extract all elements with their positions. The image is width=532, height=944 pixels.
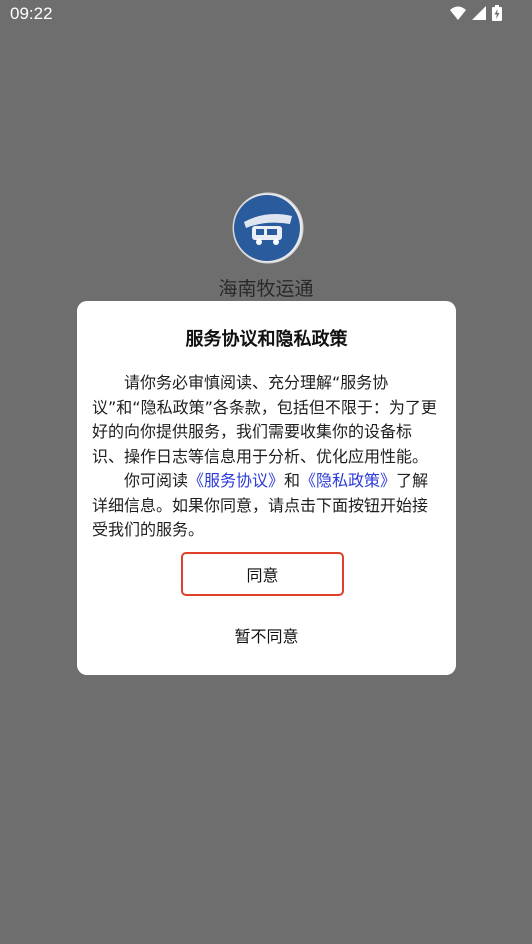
battery-charging-icon (492, 5, 502, 21)
wifi-icon (450, 6, 466, 20)
dialog-title: 服务协议和隐私政策 (185, 329, 348, 350)
decline-button-label: 暂不同意 (234, 627, 299, 646)
signal-icon (472, 6, 486, 20)
paragraph-2-prefix: 你可阅读 (124, 471, 189, 490)
status-icons (450, 5, 502, 21)
privacy-dialog: 服务协议和隐私政策 请你务必审慎阅读、充分理解“服务协议”和“隐私政策”各条款，… (77, 301, 456, 675)
status-time: 09:22 (10, 4, 53, 23)
dialog-body: 请你务必审慎阅读、充分理解“服务协议”和“隐私政策”各条款，包括但不限于：为了更… (92, 371, 442, 543)
decline-button[interactable]: 暂不同意 (177, 619, 356, 651)
agree-button[interactable]: 同意 (181, 552, 344, 596)
paragraph-2-and: 和 (284, 471, 301, 490)
dialog-paragraph-2: 你可阅读《服务协议》和《隐私政策》了解详细信息。如果你同意，请点击下面按钮开始接… (92, 469, 442, 543)
privacy-policy-link[interactable]: 《隐私政策》 (300, 471, 396, 490)
status-bar: 09:22 (0, 0, 532, 28)
dialog-paragraph-1: 请你务必审慎阅读、充分理解“服务协议”和“隐私政策”各条款，包括但不限于：为了更… (92, 373, 437, 466)
service-agreement-link[interactable]: 《服务协议》 (188, 471, 284, 490)
app-name: 海南牧运通 (218, 278, 314, 300)
agree-button-label: 同意 (246, 566, 279, 585)
app-logo (232, 192, 304, 264)
